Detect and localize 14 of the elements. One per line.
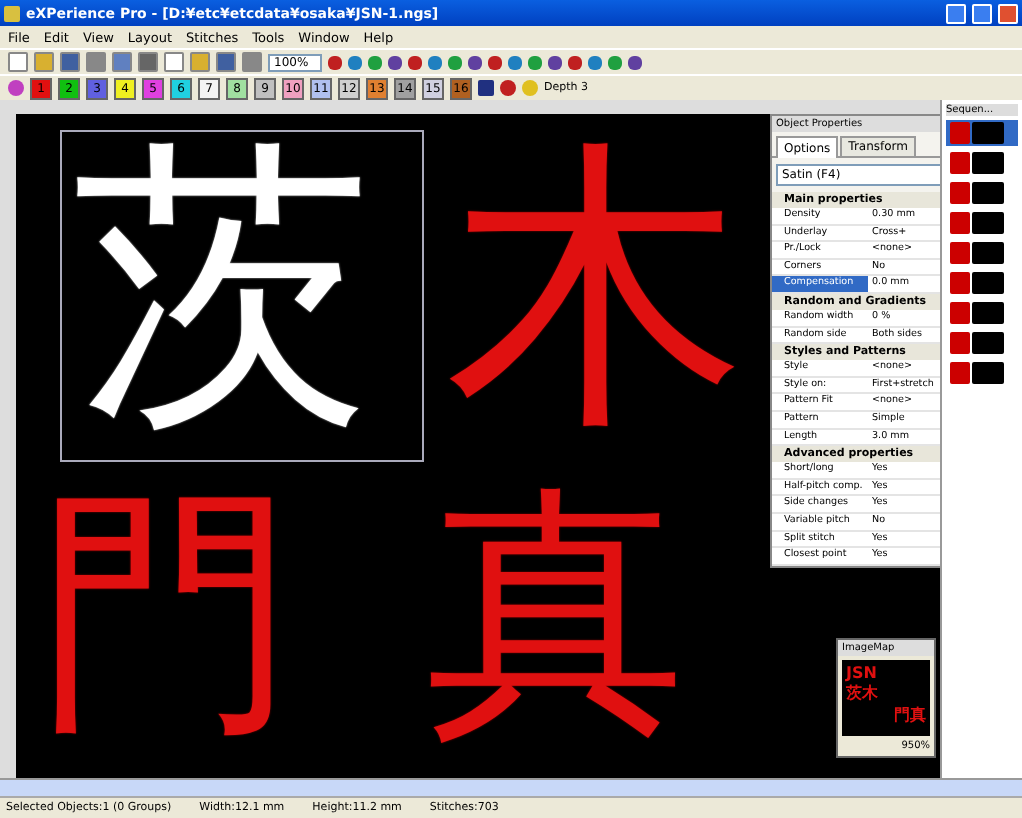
embroidery-glyph[interactable]: 木	[446, 138, 746, 438]
app-icon	[4, 5, 20, 21]
embroidery-glyph[interactable]: 真	[426, 482, 686, 742]
embroidery-glyph[interactable]: 茨	[72, 138, 372, 438]
preview-text: JSN	[846, 664, 879, 682]
embroidery-glyph[interactable]: 門	[36, 482, 296, 742]
preview-text: 門真	[894, 704, 926, 726]
minimize-icon[interactable]	[946, 3, 966, 23]
preview-text: 茨木	[846, 682, 880, 704]
design-canvas[interactable]	[0, 100, 940, 778]
close-icon[interactable]	[998, 3, 1018, 23]
maximize-icon[interactable]	[972, 3, 992, 23]
selection-box[interactable]	[60, 130, 424, 462]
horizontal-scrollbar[interactable]	[0, 778, 1022, 796]
